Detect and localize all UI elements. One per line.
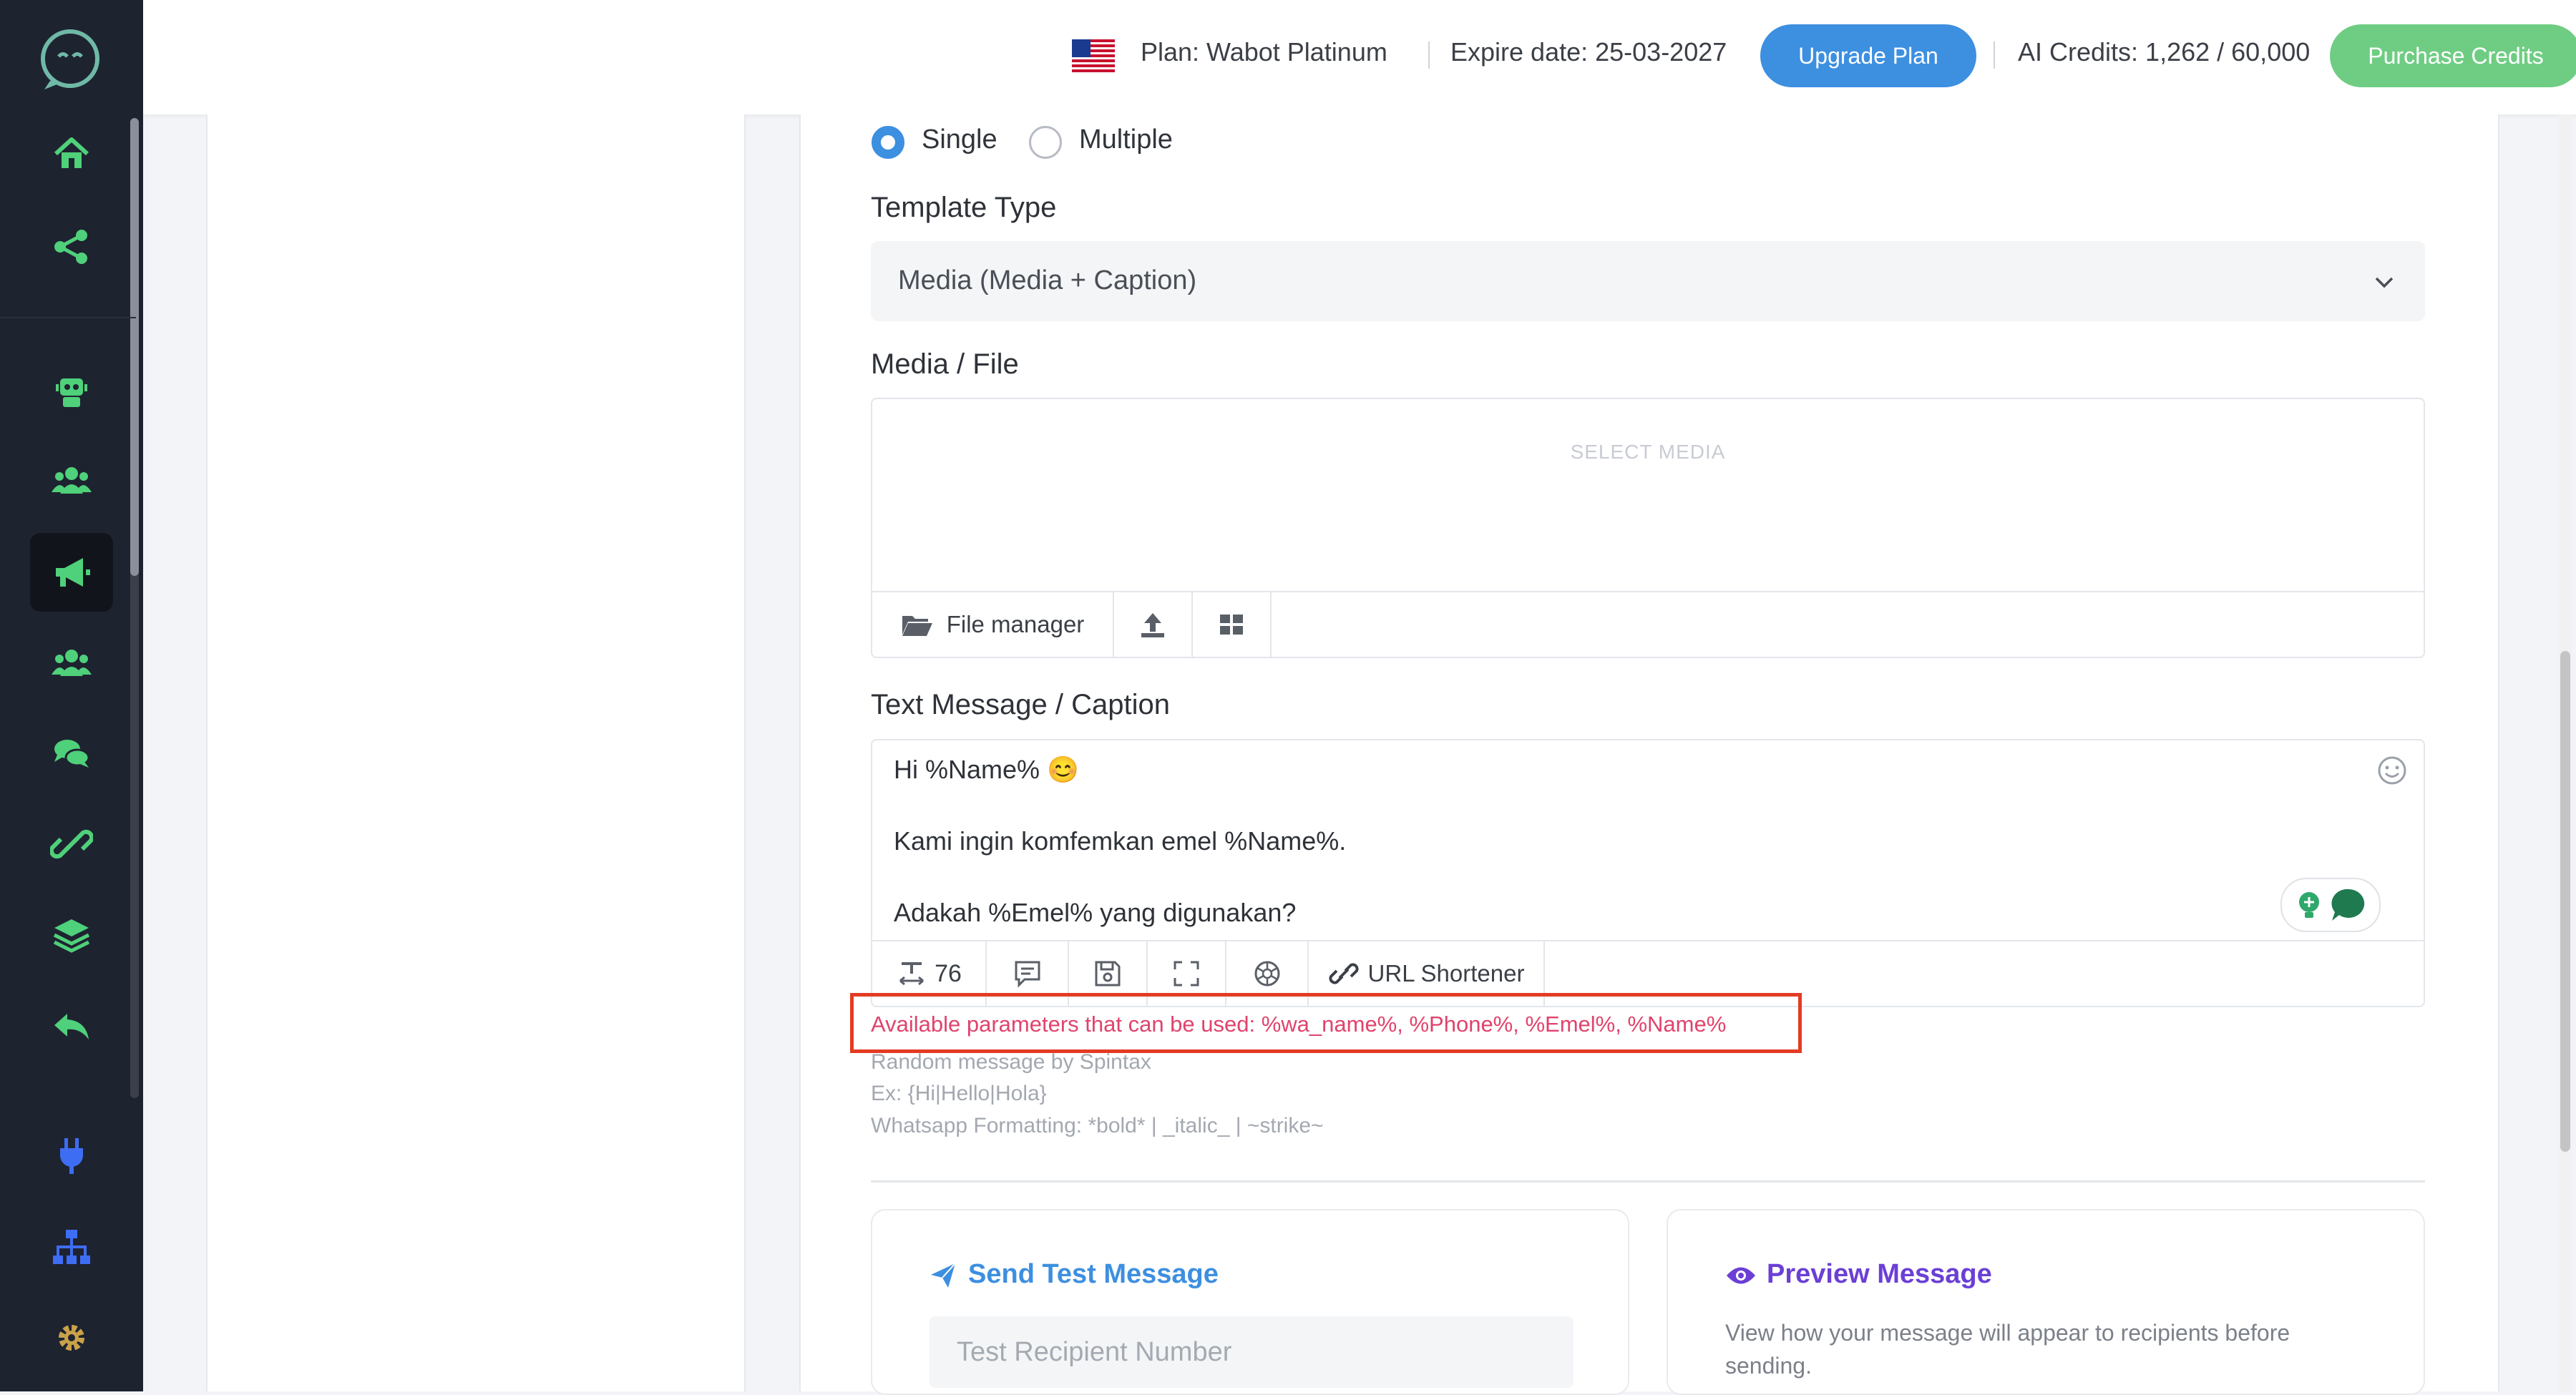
section-divider — [871, 1180, 2425, 1183]
template-type-value: Media (Media + Caption) — [898, 265, 1197, 295]
upgrade-plan-button[interactable]: Upgrade Plan — [1760, 24, 1976, 87]
nav-share[interactable] — [30, 207, 113, 286]
text-message-label: Text Message / Caption — [871, 689, 1170, 720]
send-test-title: Send Test Message — [968, 1259, 1219, 1289]
nav-campaigns[interactable] — [30, 533, 113, 612]
upload-button[interactable] — [1114, 592, 1193, 657]
nav-layers[interactable] — [30, 896, 113, 974]
share-icon — [54, 230, 87, 264]
nav-contacts[interactable] — [30, 441, 113, 520]
save-icon — [1095, 961, 1121, 987]
nav-sitemap[interactable] — [30, 1208, 113, 1286]
preview-card: Preview Message View how your message wi… — [1667, 1209, 2425, 1395]
plan-text: Plan: Wabot Platinum — [1141, 37, 1387, 67]
send-test-card: Send Test Message — [871, 1209, 1629, 1395]
us-flag-icon[interactable] — [1072, 39, 1115, 72]
ai-assistant-button[interactable] — [2280, 878, 2381, 932]
sidebar-divider — [0, 317, 136, 318]
template-type-select[interactable]: Media (Media + Caption) — [871, 241, 2425, 321]
purchase-credits-button[interactable]: Purchase Credits — [2330, 24, 2576, 87]
formatting-hint: Whatsapp Formatting: *bold* | _italic_ |… — [871, 1114, 1324, 1137]
header-separator — [1994, 41, 1995, 69]
gallery-button[interactable] — [1193, 592, 1272, 657]
preview-description: View how your message will appear to rec… — [1725, 1320, 2290, 1379]
megaphone-icon — [56, 558, 90, 587]
left-panel — [206, 114, 746, 1391]
nav-settings[interactable] — [30, 1298, 113, 1377]
plug-icon — [60, 1138, 83, 1174]
radio-multiple[interactable] — [1029, 126, 1062, 159]
available-params-hint: Available parameters that can be used: %… — [871, 1012, 1727, 1037]
link-icon — [1329, 963, 1359, 984]
grid-icon — [1220, 615, 1243, 635]
preview-title: Preview Message — [1767, 1259, 1992, 1289]
sidebar — [0, 0, 143, 1391]
paper-plane-icon — [931, 1263, 956, 1288]
nav-reply[interactable] — [30, 987, 113, 1066]
spintax-example: Ex: {Hi|Hello|Hola} — [871, 1082, 1047, 1105]
eye-icon — [1727, 1267, 1755, 1284]
upload-icon — [1141, 613, 1164, 637]
message-editor[interactable]: Hi %Name% 😊 Kami ingin komfemkan emel %N… — [871, 739, 2425, 1007]
folder-open-icon — [902, 616, 932, 636]
nav-home[interactable] — [30, 114, 113, 193]
radio-multiple-label[interactable]: Multiple — [1079, 124, 1173, 155]
fullscreen-icon — [1174, 961, 1199, 987]
sitemap-icon — [53, 1230, 90, 1264]
comment-icon — [1015, 961, 1040, 988]
bot-icon — [56, 378, 87, 407]
header-separator — [1428, 41, 1430, 69]
reply-icon — [54, 1014, 89, 1039]
message-line[interactable]: Kami ingin komfemkan emel %Name%. — [894, 826, 1346, 856]
media-file-label: Media / File — [871, 348, 1019, 380]
layers-icon — [53, 919, 90, 953]
top-header: Plan: Wabot Platinum Expire date: 25-03-… — [143, 0, 2576, 114]
users-icon — [52, 467, 92, 494]
sidebar-scrollbar-thumb[interactable] — [130, 118, 139, 576]
select-media-placeholder[interactable]: SELECT MEDIA — [872, 441, 2424, 464]
nav-bot[interactable] — [30, 351, 113, 429]
test-recipient-input[interactable] — [930, 1316, 1574, 1388]
link-icon — [50, 829, 93, 859]
radio-single[interactable] — [872, 126, 904, 159]
ai-credits-text: AI Credits: 1,262 / 60,000 — [2018, 37, 2311, 67]
nav-integrations[interactable] — [30, 1116, 113, 1195]
media-dropzone[interactable]: SELECT MEDIA File manager — [871, 398, 2425, 658]
chevron-down-icon — [2375, 277, 2394, 288]
nav-groups[interactable] — [30, 624, 113, 703]
chat-icon — [54, 740, 90, 768]
nav-chat[interactable] — [30, 714, 113, 793]
app-logo-icon[interactable] — [34, 25, 106, 93]
media-toolbar: File manager — [872, 591, 2424, 657]
file-manager-label: File manager — [946, 611, 1085, 637]
spintax-hint: Random message by Spintax — [871, 1050, 1151, 1074]
message-line[interactable]: Hi %Name% 😊 — [894, 755, 1079, 785]
home-icon — [54, 137, 89, 168]
group-icon — [52, 650, 92, 676]
openai-icon — [1254, 961, 1279, 987]
whatsapp-bubble-icon — [2331, 889, 2365, 921]
template-type-label: Template Type — [871, 192, 1057, 223]
file-manager-button[interactable]: File manager — [872, 592, 1114, 657]
char-count-value: 76 — [935, 959, 962, 987]
radio-single-label[interactable]: Single — [922, 124, 997, 155]
settings-icon — [59, 1325, 84, 1351]
expire-date-text: Expire date: 25-03-2027 — [1450, 37, 1727, 67]
message-line[interactable]: Adakah %Emel% yang digunakan? — [894, 898, 1296, 928]
page-scrollbar-thumb[interactable] — [2560, 651, 2570, 1152]
nav-links[interactable] — [30, 805, 113, 884]
url-shortener-label: URL Shortener — [1367, 960, 1525, 987]
emoji-icon[interactable] — [2376, 755, 2408, 786]
text-width-icon — [899, 962, 924, 986]
lightbulb-icon — [2299, 892, 2319, 918]
